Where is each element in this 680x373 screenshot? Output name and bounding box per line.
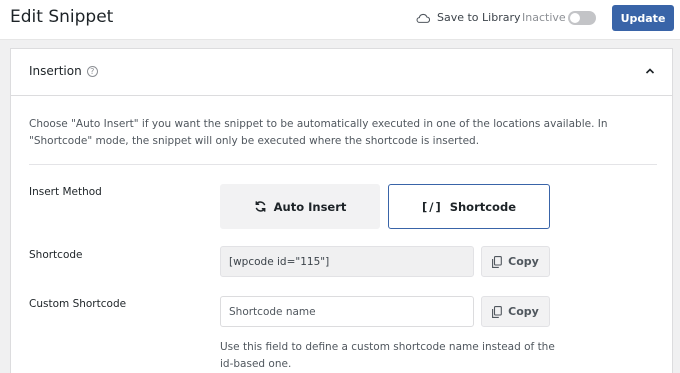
chevron-up-icon[interactable] xyxy=(644,65,656,77)
shortcode-glyph: [/] xyxy=(421,199,443,214)
auto-insert-button[interactable]: Auto Insert xyxy=(220,184,380,229)
active-toggle[interactable] xyxy=(568,11,596,25)
panel-header[interactable]: Insertion ? xyxy=(11,49,672,96)
panel-title-text: Insertion xyxy=(29,64,82,78)
intro-text: Choose "Auto Insert" if you want the sni… xyxy=(29,118,608,147)
insertion-panel: Insertion ? Choose "Auto Insert" if you … xyxy=(10,48,673,373)
save-to-library-label: Save to Library xyxy=(437,11,521,24)
refresh-icon xyxy=(255,201,266,212)
shortcode-field[interactable]: [wpcode id="115"] xyxy=(220,246,474,277)
copy-icon xyxy=(492,305,503,318)
divider xyxy=(29,164,657,165)
copy-custom-shortcode-button[interactable]: Copy xyxy=(481,296,550,327)
copy-icon xyxy=(492,255,503,268)
insert-method-label: Insert Method xyxy=(29,186,102,198)
custom-shortcode-input[interactable] xyxy=(220,296,474,327)
copy-shortcode-label: Copy xyxy=(508,255,539,268)
shortcode-method-label: Shortcode xyxy=(449,199,516,214)
panel-title: Insertion ? xyxy=(29,64,98,78)
toggle-knob xyxy=(570,13,580,23)
help-icon[interactable]: ? xyxy=(86,65,98,77)
top-bar: Edit Snippet Save to Library Inactive Up… xyxy=(0,0,680,40)
custom-shortcode-label: Custom Shortcode xyxy=(29,298,127,310)
status-label: Inactive xyxy=(522,11,566,24)
cloud-icon xyxy=(416,13,430,23)
shortcode-method-button[interactable]: [/] Shortcode xyxy=(388,184,550,229)
custom-shortcode-help: Use this field to define a custom shortc… xyxy=(220,341,555,370)
save-to-library-button[interactable]: Save to Library xyxy=(416,11,521,24)
page-title: Edit Snippet xyxy=(10,7,114,27)
copy-shortcode-button[interactable]: Copy xyxy=(481,246,550,277)
update-button[interactable]: Update xyxy=(612,5,674,31)
copy-custom-shortcode-label: Copy xyxy=(508,305,539,318)
shortcode-label: Shortcode xyxy=(29,249,83,261)
auto-insert-label: Auto Insert xyxy=(273,199,347,214)
